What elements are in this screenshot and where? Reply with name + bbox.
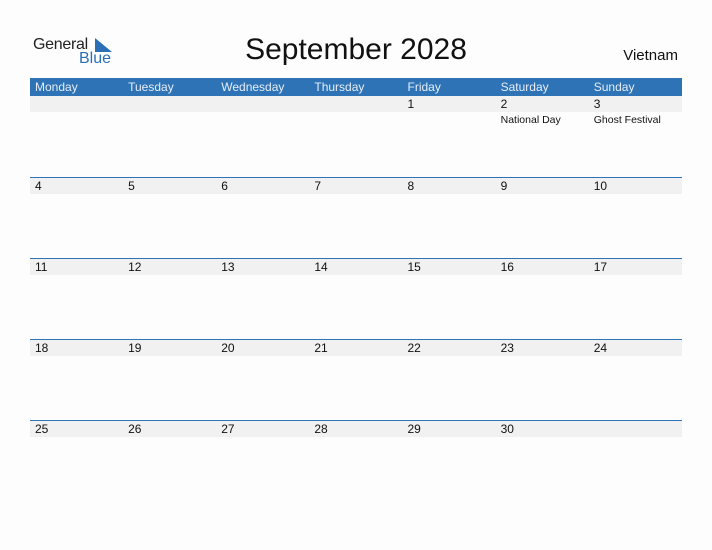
day-cell: 2 National Day xyxy=(495,96,589,177)
day-number: 16 xyxy=(495,259,589,275)
day-cell: 10 xyxy=(588,178,682,258)
day-cell: 6 xyxy=(216,178,310,258)
day-number: 18 xyxy=(30,340,124,356)
day-number: 14 xyxy=(309,259,403,275)
day-number: 24 xyxy=(588,340,682,356)
day-number: 6 xyxy=(216,178,310,194)
day-number: 11 xyxy=(30,259,124,275)
day-cell: 25 xyxy=(30,421,124,501)
day-cell: 3 Ghost Festival xyxy=(588,96,682,177)
calendar-grid: Monday Tuesday Wednesday Thursday Friday Satu… xyxy=(30,78,682,501)
day-cell: 9 xyxy=(495,178,589,258)
day-cell: 15 xyxy=(402,259,496,339)
day-number: 15 xyxy=(402,259,496,275)
week-row: 25 26 27 28 29 30 xyxy=(30,420,682,501)
day-number: 17 xyxy=(588,259,682,275)
day-number xyxy=(123,96,217,112)
country-label: Vietnam xyxy=(623,47,678,64)
day-cell: 21 xyxy=(309,340,403,420)
day-cell: 17 xyxy=(588,259,682,339)
day-cell: 12 xyxy=(123,259,217,339)
day-cell: 1 xyxy=(402,96,496,177)
day-cell: 30 xyxy=(495,421,589,501)
day-number xyxy=(588,421,682,437)
day-number: 30 xyxy=(495,421,589,437)
day-cell xyxy=(216,96,310,177)
day-cell: 18 xyxy=(30,340,124,420)
day-cell: 22 xyxy=(402,340,496,420)
day-cell: 14 xyxy=(309,259,403,339)
day-number: 21 xyxy=(309,340,403,356)
day-cell: 8 xyxy=(402,178,496,258)
day-number: 10 xyxy=(588,178,682,194)
day-cell xyxy=(30,96,124,177)
day-cell: 13 xyxy=(216,259,310,339)
day-cell: 16 xyxy=(495,259,589,339)
day-number: 26 xyxy=(123,421,217,437)
day-number: 5 xyxy=(123,178,217,194)
day-cell xyxy=(123,96,217,177)
day-cell: 4 xyxy=(30,178,124,258)
weeks-container: 1 2 National Day 3 Ghost Festival 4 5 6 7 8 9 10 11 1… xyxy=(30,96,682,501)
day-number: 19 xyxy=(123,340,217,356)
weekday-saturday: Saturday xyxy=(500,80,549,94)
day-number: 3 xyxy=(588,96,682,112)
week-row: 11 12 13 14 15 16 17 xyxy=(30,258,682,339)
day-number: 29 xyxy=(402,421,496,437)
weekday-wednesday: Wednesday xyxy=(221,80,285,94)
day-number: 25 xyxy=(30,421,124,437)
day-number: 7 xyxy=(309,178,403,194)
day-number: 12 xyxy=(123,259,217,275)
day-number xyxy=(30,96,124,112)
day-number: 27 xyxy=(216,421,310,437)
day-cell: 28 xyxy=(309,421,403,501)
holiday-label: Ghost Festival xyxy=(593,114,661,126)
day-number: 13 xyxy=(216,259,310,275)
day-cell: 11 xyxy=(30,259,124,339)
day-cell: 23 xyxy=(495,340,589,420)
day-cell: 26 xyxy=(123,421,217,501)
day-number: 8 xyxy=(402,178,496,194)
day-cell xyxy=(309,96,403,177)
day-number xyxy=(309,96,403,112)
day-number: 9 xyxy=(495,178,589,194)
day-cell: 7 xyxy=(309,178,403,258)
day-number xyxy=(216,96,310,112)
day-number: 4 xyxy=(30,178,124,194)
weekday-header: Monday Tuesday Wednesday Thursday Friday Satu… xyxy=(30,78,682,96)
week-row: 4 5 6 7 8 9 10 xyxy=(30,177,682,258)
day-cell xyxy=(588,421,682,501)
day-number: 28 xyxy=(309,421,403,437)
week-row: 1 2 National Day 3 Ghost Festival xyxy=(30,96,682,177)
day-cell: 5 xyxy=(123,178,217,258)
day-number: 2 xyxy=(495,96,589,112)
day-number: 23 xyxy=(495,340,589,356)
day-cell: 24 xyxy=(588,340,682,420)
day-number: 20 xyxy=(216,340,310,356)
day-cell: 20 xyxy=(216,340,310,420)
weekday-sunday: Sunday xyxy=(593,80,635,94)
day-cell: 29 xyxy=(402,421,496,501)
holiday-label: National Day xyxy=(500,114,561,126)
weekday-monday: Monday xyxy=(35,80,78,94)
weekday-thursday: Thursday xyxy=(314,80,365,94)
weekday-friday: Friday xyxy=(407,80,441,94)
calendar-title: September 2028 xyxy=(245,33,467,66)
day-number: 22 xyxy=(402,340,496,356)
weekday-tuesday: Tuesday xyxy=(128,80,174,94)
day-number: 1 xyxy=(402,96,496,112)
day-cell: 27 xyxy=(216,421,310,501)
day-cell: 19 xyxy=(123,340,217,420)
week-row: 18 19 20 21 22 23 24 xyxy=(30,339,682,420)
